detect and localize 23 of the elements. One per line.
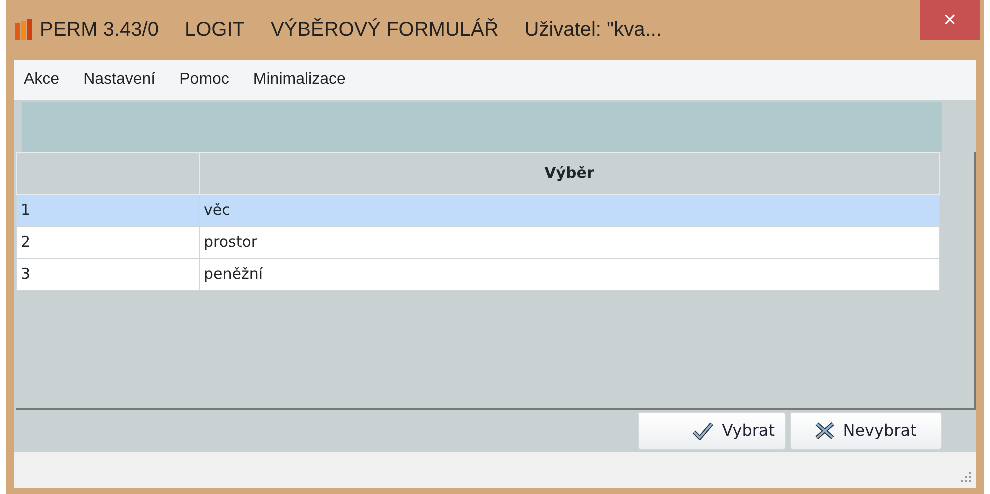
table-cell[interactable]: věc [200,194,940,226]
table-cell[interactable]: 3 [16,258,200,290]
table-cell[interactable]: 1 [16,194,200,226]
close-button[interactable]: × [920,0,980,40]
table-cell[interactable]: 2 [16,226,200,258]
menu-item[interactable]: Akce [24,68,60,92]
table-cell[interactable]: prostor [200,226,940,258]
column-header[interactable]: Výběr [200,152,940,194]
select-button[interactable]: Vybrat [638,412,786,450]
window-title: LOGIT [184,18,245,43]
check-icon [692,422,714,440]
window-title: Uživatel: "kva... [524,18,662,43]
cancel-button[interactable]: Nevybrat [790,412,942,450]
window-title: PERM 3.43/0 [40,18,159,43]
menu-item[interactable]: Pomoc [180,68,230,92]
window-title: VÝBĚROVÝ FORMULÁŘ [270,18,499,43]
resize-grip-icon[interactable] [960,472,972,484]
menu-item[interactable]: Nastavení [84,68,156,92]
app-icon [14,19,34,41]
menu-item[interactable]: Minimalizace [253,68,346,92]
table-cell[interactable]: peněžní [200,258,940,290]
close-icon [815,422,836,440]
column-header[interactable] [16,152,200,194]
